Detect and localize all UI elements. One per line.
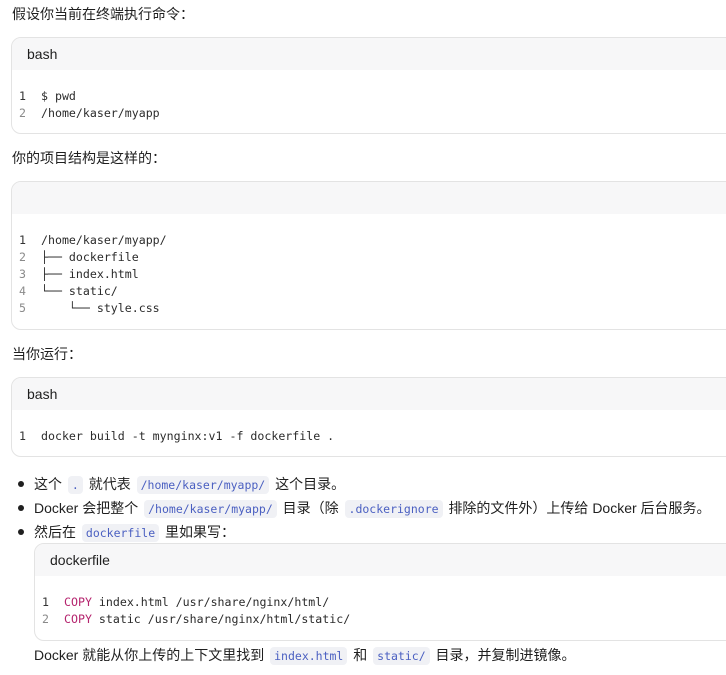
line-number: 5 [19,301,26,315]
outro-text-part: Docker 就能从你上传的上下文里找到 [34,647,265,663]
list-item: 这个 . 就代表 /home/kaser/myapp/ 这个目录。 [12,472,726,496]
line-number: 3 [19,267,26,281]
code-line: 2 ├── dockerfile [12,249,726,266]
code-block-header: dockerfile [35,544,726,576]
code-text: index.html /usr/share/nginx/html/ [91,595,330,609]
intro-text-3: 当你运行： [12,346,82,362]
bullet-text: 里如果写： [165,524,236,540]
code-language-label: dockerfile [50,552,110,568]
bullet-text: 目录（除 [282,500,339,516]
code-body[interactable]: 1 $ pwd 2 /home/kaser/myapp [12,70,726,132]
list-item: Docker 会把整个 /home/kaser/myapp/ 目录（除 .doc… [12,496,726,520]
line-number: 2 [19,250,26,264]
line-number: 1 [19,89,26,103]
code-language-label: bash [27,46,58,62]
code-line: 4 └── static/ [12,283,726,300]
outro-text-part: 和 [353,647,368,663]
code-body[interactable]: 1 docker build -t mynginx:v1 -f dockerfi… [12,410,726,455]
code-line: 1 $ pwd [12,88,726,105]
bullet-text: 排除的文件外）上传给 Docker 后台服务。 [448,500,711,516]
code-text: $ pwd [41,89,76,103]
code-keyword: COPY [64,595,92,609]
line-number: 2 [19,106,26,120]
code-text: /home/kaser/myapp [41,106,160,120]
list-item: 然后在 dockerfile 里如果写： [12,520,726,544]
code-line: 5 └── style.css [12,300,726,317]
code-body[interactable]: 1 /home/kaser/myapp/ 2 ├── dockerfile 3 … [12,214,726,327]
intro-text-1: 假设你当前在终端执行命令： [12,6,194,22]
inline-code: /home/kaser/myapp/ [144,500,277,518]
code-line: 1 docker build -t mynginx:v1 -f dockerfi… [12,428,726,445]
inline-code: dockerfile [81,524,160,542]
code-text: static /usr/share/nginx/html/static/ [91,612,351,626]
code-line: 1 COPY index.html /usr/share/nginx/html/ [35,594,726,611]
bullet-text: Docker 会把整个 [34,500,139,516]
code-text: └── style.css [41,301,160,315]
code-text: /home/kaser/myapp/ [41,233,167,247]
bullet-text: 就代表 [88,476,131,492]
line-number: 4 [19,284,26,298]
code-line: 2 COPY static /usr/share/nginx/html/stat… [35,611,726,628]
code-block-header: bash [12,378,726,410]
inline-code: static/ [373,647,430,665]
bullet-text: 这个目录。 [275,476,346,492]
code-text: docker build -t mynginx:v1 -f dockerfile… [41,429,335,443]
code-block-header: bash [12,38,726,70]
code-text: ├── dockerfile [41,250,139,264]
code-line: 3 ├── index.html [12,266,726,283]
code-block-project-tree: 1 /home/kaser/myapp/ 2 ├── dockerfile 3 … [11,181,726,330]
bullet-text: 这个 [34,476,62,492]
bullet-list: 这个 . 就代表 /home/kaser/myapp/ 这个目录。 Docker… [12,472,726,544]
code-block-dockerfile: dockerfile 1 COPY index.html /usr/share/… [34,543,726,641]
bullet-text: 然后在 [34,524,76,540]
code-text: ├── index.html [41,267,139,281]
line-number: 1 [42,595,49,609]
inline-code: /home/kaser/myapp/ [136,476,270,494]
code-block-docker-build: bash 1 docker build -t mynginx:v1 -f doc… [11,377,726,457]
inline-code: index.html [270,647,348,665]
outro-text: Docker 就能从你上传的上下文里找到 index.html 和 static… [34,645,576,666]
inline-code: . [67,476,83,494]
code-block-header [12,182,726,214]
code-body[interactable]: 1 COPY index.html /usr/share/nginx/html/… [35,576,726,638]
intro-text-2: 你的项目结构是这样的： [12,150,166,166]
line-number: 1 [19,233,26,247]
code-line: 2 /home/kaser/myapp [12,105,726,122]
inline-code: .dockerignore [344,500,443,518]
code-text: └── static/ [41,284,118,298]
line-number: 2 [42,612,49,626]
line-number: 1 [19,429,26,443]
outro-text-part: 目录，并复制进镜像。 [435,647,576,663]
code-language-label: bash [27,386,58,402]
code-block-bash-pwd: bash 1 $ pwd 2 /home/kaser/myapp [11,37,726,134]
code-line: 1 /home/kaser/myapp/ [12,232,726,249]
code-keyword: COPY [64,612,92,626]
